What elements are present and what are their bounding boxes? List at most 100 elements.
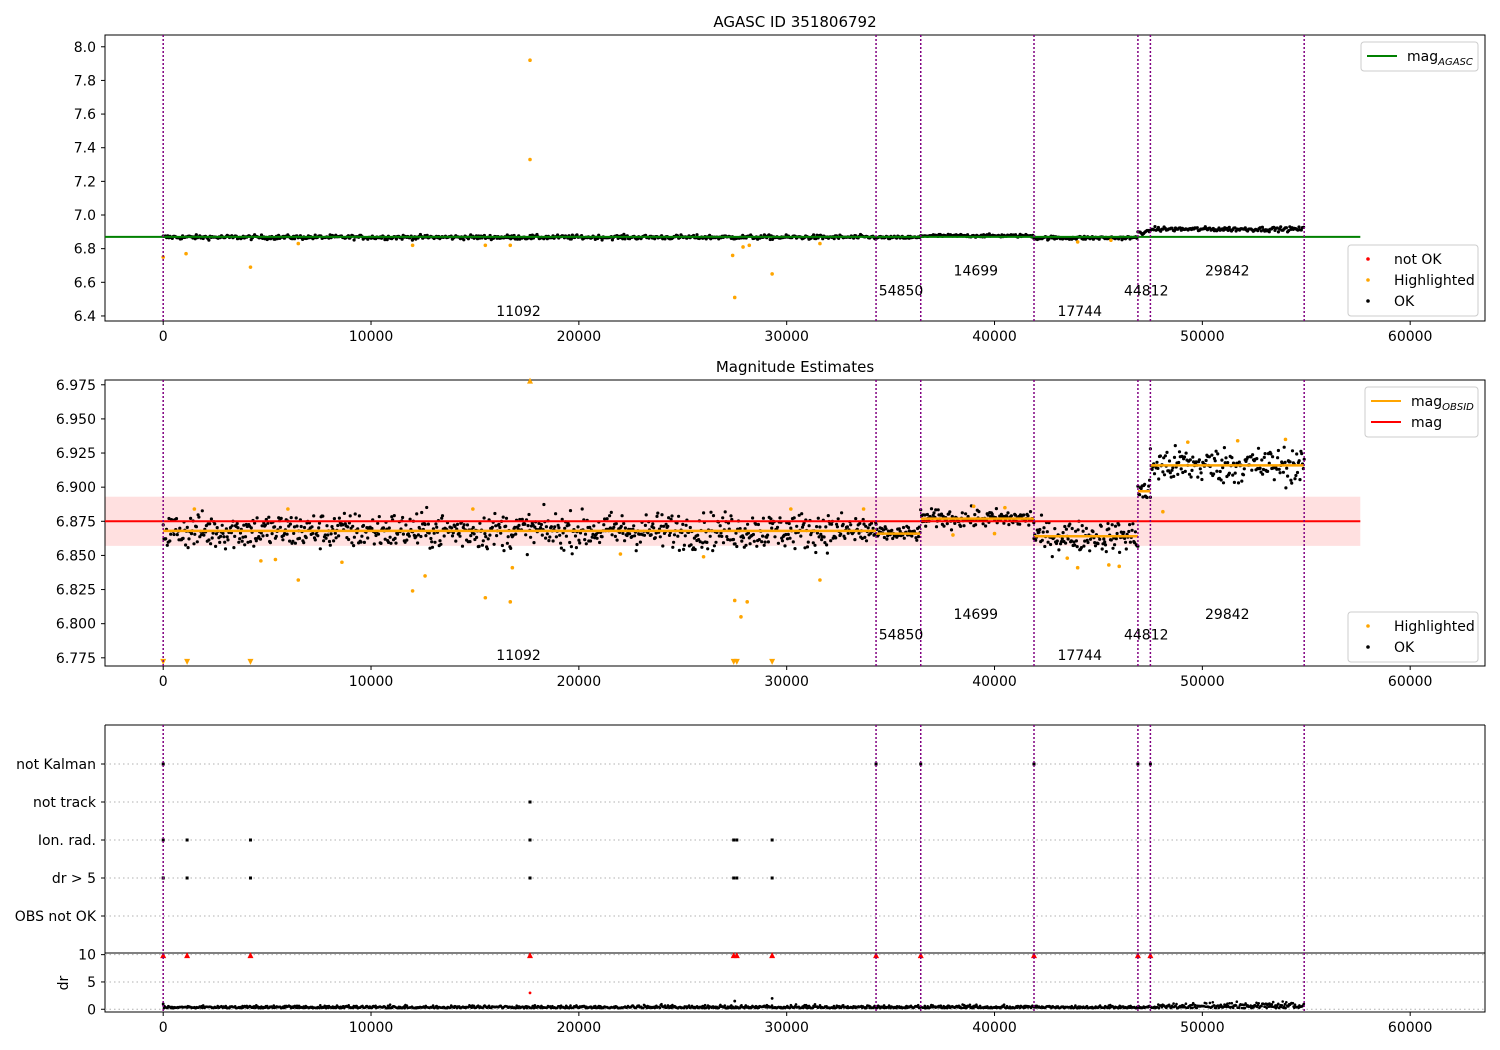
ok-point [1055, 539, 1059, 543]
highlighted-point [992, 531, 997, 536]
ok-point [778, 516, 782, 520]
dr-ok-point [1002, 1003, 1006, 1006]
ok-point [1255, 457, 1259, 461]
ok-point [462, 523, 466, 527]
ok-point [362, 540, 366, 545]
x-tick-label: 10000 [349, 1020, 394, 1036]
ok-point [949, 528, 954, 532]
ok-point [480, 543, 484, 547]
highlighted-point [747, 243, 752, 248]
ok-point [165, 543, 169, 547]
x-tick-label: 0 [159, 1020, 168, 1036]
ok-point [255, 516, 259, 520]
ok-point [1107, 527, 1111, 531]
highlighted-point [184, 251, 188, 256]
ok-point [1231, 473, 1235, 477]
clipped-highlighted-point [184, 658, 191, 665]
ok-point [1088, 549, 1092, 553]
ok-point [649, 533, 653, 537]
ok-point [651, 522, 655, 526]
ok-point [1199, 471, 1203, 475]
ok-point [415, 512, 419, 516]
ok-point [289, 516, 293, 520]
dr-ok-point [794, 1003, 798, 1006]
dr-ok-point [1284, 1006, 1287, 1010]
ok-point [360, 534, 364, 538]
x-tick-label: 60000 [1388, 1020, 1433, 1036]
ok-point [214, 544, 218, 549]
ok-point [238, 537, 242, 541]
ok-point [1040, 538, 1044, 542]
ok-point [350, 541, 354, 545]
ok-point [352, 544, 356, 548]
ok-point [1298, 478, 1302, 482]
ok-point [318, 547, 322, 551]
ok-point [1027, 523, 1031, 527]
ok-point [540, 533, 544, 537]
ok-point [185, 525, 189, 530]
ok-point [337, 534, 341, 538]
ok-point [1295, 452, 1299, 456]
ok-point [806, 540, 810, 544]
ok-point [580, 507, 584, 511]
ok-point [274, 534, 278, 539]
ok-point [346, 525, 350, 529]
ok-point [915, 538, 919, 542]
ok-point [1114, 537, 1118, 541]
highlighted-point [423, 574, 427, 578]
ok-point [426, 522, 430, 526]
ok-point [609, 510, 613, 514]
flag-marker [735, 876, 739, 880]
ok-point [1276, 230, 1280, 234]
ok-point [223, 540, 227, 544]
ok-point [766, 540, 771, 544]
panel2-legend-bottom: Highlighted OK [1347, 611, 1479, 663]
ok-point [192, 542, 196, 546]
highlighted-point [410, 589, 415, 593]
ok-point [1188, 458, 1192, 462]
y-tick-label: 6.875 [56, 514, 96, 530]
ok-point [1182, 455, 1187, 459]
ok-point [376, 532, 381, 536]
ok-point [1242, 467, 1246, 471]
ok-point [925, 512, 930, 517]
ok-point [297, 536, 302, 541]
ok-point [539, 522, 544, 527]
ok-point [477, 544, 481, 549]
y-tick-label: 7.8 [74, 73, 96, 89]
dr-ok-point [1157, 1006, 1161, 1010]
ok-point [324, 536, 328, 540]
ok-point [279, 516, 283, 521]
ok-point [570, 552, 574, 556]
ok-point [708, 534, 712, 538]
ok-point [731, 537, 736, 542]
ok-point [215, 526, 219, 530]
ok-point [964, 512, 968, 516]
ok-point [592, 524, 596, 528]
ok-point [404, 523, 408, 527]
flag-marker [185, 838, 189, 842]
dr-ok-point [1208, 1001, 1212, 1005]
x-tick-label: 30000 [764, 1020, 809, 1036]
ok-point [830, 522, 834, 526]
ok-point [208, 522, 212, 526]
ok-point [435, 525, 439, 529]
ok-point [207, 538, 211, 542]
ok-point [1290, 481, 1294, 485]
ok-point [863, 535, 867, 540]
ok-point [505, 541, 509, 545]
ok-point [1286, 474, 1290, 478]
ok-point [840, 511, 844, 515]
ok-point [490, 525, 494, 530]
x-tick-label: 40000 [972, 329, 1017, 345]
ok-point [1226, 461, 1230, 465]
ok-point [1163, 454, 1167, 458]
y-tick-label: 8.0 [74, 40, 96, 56]
ok-point [620, 514, 624, 518]
ok-point [236, 526, 240, 530]
agasc-panel: AGASC ID 351806792 0 10000 20000 30000 40000… [74, 13, 1486, 345]
ok-point [483, 532, 487, 536]
ok-point [484, 535, 488, 539]
ok-point [1295, 470, 1300, 475]
ok-point [1127, 529, 1131, 534]
